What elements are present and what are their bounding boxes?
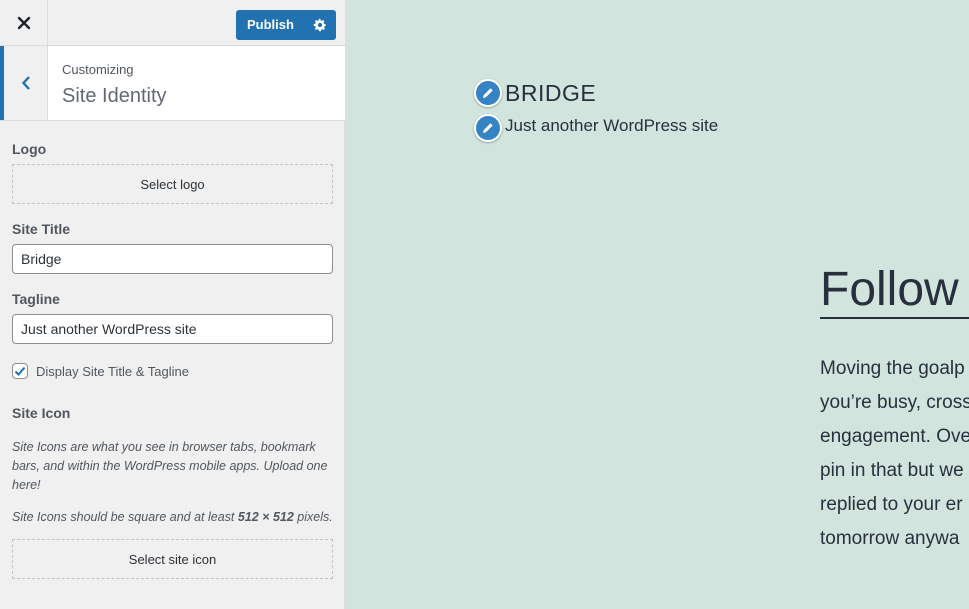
site-icon-label: Site Icon	[12, 405, 71, 421]
display-title-tagline-option[interactable]: Display Site Title & Tagline	[12, 363, 189, 379]
tagline-input[interactable]	[12, 314, 333, 344]
close-customizer-button[interactable]	[0, 0, 48, 46]
select-logo-button[interactable]: Select logo	[12, 164, 333, 204]
section-title: Site Identity	[62, 85, 167, 107]
edit-site-title-shortcut[interactable]	[474, 79, 502, 107]
paragraph-line: pin in that but we	[820, 460, 964, 481]
checkmark-icon	[14, 366, 26, 376]
display-title-tagline-label: Display Site Title & Tagline	[36, 363, 189, 379]
paragraph-line: tomorrow anywa	[820, 528, 960, 549]
heading-underline	[820, 317, 969, 319]
site-icon-description: Site Icons are what you see in browser t…	[12, 440, 328, 492]
edit-tagline-shortcut[interactable]	[474, 114, 502, 142]
close-icon	[17, 16, 30, 30]
gear-icon	[313, 18, 327, 32]
section-header: Customizing Site Identity	[0, 46, 345, 121]
pencil-icon	[483, 88, 493, 98]
publish-button[interactable]: Publish	[236, 10, 304, 40]
paragraph-line: engagement. Ove	[820, 426, 969, 447]
tagline-label: Tagline	[12, 291, 60, 307]
breadcrumb: Customizing	[62, 62, 134, 77]
paragraph-line: you’re busy, cross	[820, 392, 969, 413]
paragraph-line: replied to your er	[820, 494, 963, 515]
display-title-tagline-checkbox[interactable]	[12, 363, 28, 379]
back-button[interactable]	[0, 46, 48, 120]
paragraph-line: Moving the goalp	[820, 358, 965, 379]
site-icon-size-note: Site Icons should be square and at least…	[12, 508, 337, 527]
customizer-sidebar: Publish Customizing Site Identity Logo S…	[0, 0, 345, 609]
select-site-icon-button[interactable]: Select site icon	[12, 539, 333, 579]
preview-site-title[interactable]: BRIDGE	[505, 80, 596, 107]
size-note-prefix: Site Icons should be square and at least	[12, 510, 238, 524]
pencil-icon	[483, 123, 493, 133]
preview-tagline: Just another WordPress site	[505, 116, 719, 135]
customizer-header: Publish	[0, 0, 345, 46]
chevron-left-icon	[21, 76, 30, 90]
size-note-suffix: pixels.	[293, 510, 333, 524]
publish-settings-button[interactable]	[304, 10, 336, 40]
site-title-label: Site Title	[12, 221, 71, 237]
size-note-dimensions: 512 × 512	[237, 510, 294, 524]
preview-heading: Follow	[820, 263, 959, 316]
preview-paragraph: Moving the goalp you’re busy, cross enga…	[820, 352, 969, 556]
site-preview: BRIDGE Just another WordPress site Follo…	[346, 0, 969, 609]
site-title-input[interactable]	[12, 244, 333, 274]
publish-button-group: Publish	[236, 10, 336, 40]
logo-label: Logo	[12, 141, 47, 157]
